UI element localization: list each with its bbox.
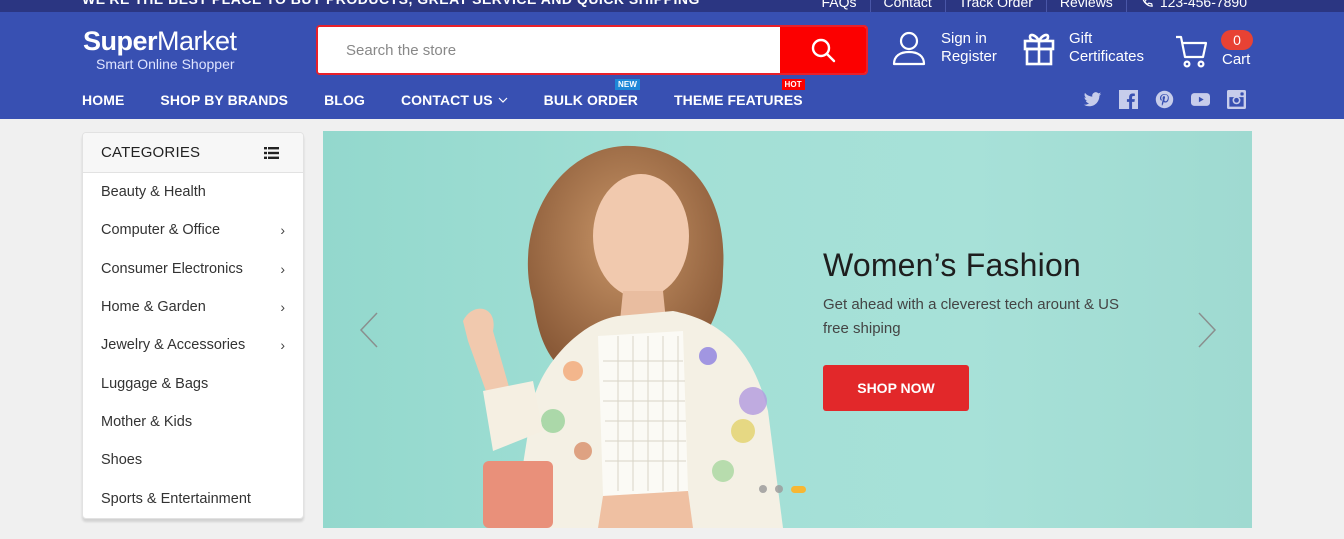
chevron-right-icon: › [280, 337, 285, 354]
logo-text-light: Market [157, 26, 237, 56]
cart-icon [1175, 34, 1209, 68]
top-links: FAQs Contact Track Order Reviews 123-456… [808, 0, 1260, 12]
cart-count-badge: 0 [1221, 30, 1253, 50]
phone-icon [1142, 0, 1153, 7]
social-links [1083, 90, 1246, 109]
shop-now-button[interactable]: SHOP NOW [823, 365, 969, 411]
gift-label-line2: Certificates [1069, 48, 1145, 65]
instagram-icon[interactable] [1227, 90, 1246, 109]
categories-menu: CATEGORIES Beauty & Health Computer & Off… [82, 132, 304, 519]
nav-theme-features[interactable]: THEME FEATURES HOT [674, 79, 805, 108]
chevron-right-icon: › [280, 299, 285, 316]
promo-text: WE'RE THE BEST PLACE TO BUY PRODUCTS, GR… [82, 0, 700, 7]
category-label: Computer & Office [101, 222, 221, 239]
category-item[interactable]: Beauty & Health [83, 173, 303, 211]
top-link-track-order[interactable]: Track Order [944, 0, 1046, 12]
category-label: Jewelry & Accessories [101, 337, 246, 354]
slider-next-arrow[interactable] [1195, 311, 1219, 349]
category-item[interactable]: Shoes [83, 441, 303, 479]
top-phone[interactable]: 123-456-7890 [1125, 0, 1260, 12]
sign-in-link[interactable]: Sign in [941, 30, 997, 48]
register-link[interactable]: Register [941, 48, 997, 66]
categories-title: CATEGORIES [101, 144, 201, 161]
slider-dot[interactable] [775, 485, 783, 493]
category-label: Home & Garden [101, 299, 206, 316]
search-button[interactable] [780, 27, 866, 73]
category-item[interactable]: Computer & Office › [83, 211, 303, 249]
hero-slider: Women’s Fashion Get ahead with a clevere… [323, 131, 1252, 528]
twitter-icon[interactable] [1083, 90, 1102, 109]
chevron-right-icon [1198, 312, 1217, 348]
cart-label[interactable]: Cart [1222, 51, 1250, 68]
chevron-right-icon: › [280, 222, 285, 239]
category-item[interactable]: Home & Garden › [83, 288, 303, 326]
hot-badge: HOT [781, 79, 805, 90]
chevron-left-icon [359, 312, 378, 348]
top-link-contact[interactable]: Contact [869, 0, 945, 12]
category-label: Mother & Kids [101, 413, 193, 430]
nav-blog[interactable]: BLOG [324, 92, 365, 108]
top-link-reviews[interactable]: Reviews [1045, 0, 1126, 12]
new-badge: NEW [615, 79, 641, 90]
slider-prev-arrow[interactable] [357, 311, 381, 349]
top-bar: WE'RE THE BEST PLACE TO BUY PRODUCTS, GR… [0, 0, 1344, 12]
slider-dot-active[interactable] [791, 485, 806, 493]
slider-dot[interactable] [759, 485, 767, 493]
site-header: SuperMarket Smart Online Shopper Sign in… [0, 12, 1344, 119]
category-label: Shoes [101, 452, 143, 469]
nav-shop-by-brands[interactable]: SHOP BY BRANDS [160, 92, 288, 108]
logo-tagline: Smart Online Shopper [96, 56, 235, 72]
category-label: Beauty & Health [101, 184, 206, 201]
gift-label-line1: Gift [1069, 30, 1093, 47]
nav-shop-by-brands-label: SHOP BY BRANDS [160, 92, 289, 108]
slider-dots [759, 485, 806, 493]
category-item[interactable]: Jewelry & Accessories › [83, 326, 303, 364]
gift-certificates-link[interactable]: Gift Certificates [1023, 30, 1144, 66]
search-icon [811, 38, 836, 63]
facebook-icon[interactable] [1119, 90, 1138, 109]
category-item[interactable]: Mother & Kids [83, 403, 303, 441]
account-link[interactable]: Sign in Register [891, 30, 997, 66]
category-item[interactable]: Luggage & Bags [83, 364, 303, 402]
categories-header[interactable]: CATEGORIES [83, 133, 303, 173]
category-label: Sports & Entertainment [101, 490, 251, 507]
category-item[interactable]: Consumer Electronics › [83, 250, 303, 288]
cart-link[interactable] [1175, 34, 1223, 68]
youtube-icon[interactable] [1191, 90, 1210, 109]
hero-model-image [463, 145, 783, 528]
user-icon [891, 30, 927, 66]
nav-bulk-order-label: BULK ORDER [543, 92, 639, 108]
search-bar [316, 25, 868, 75]
main-nav: HOME SHOP BY BRANDS BLOG CONTACT US BULK… [82, 79, 839, 108]
chevron-right-icon: › [280, 260, 285, 277]
categories-list: Beauty & Health Computer & Office › Consume… [83, 173, 303, 518]
category-label: Luggage & Bags [101, 375, 209, 392]
search-input[interactable] [318, 27, 782, 73]
hero-description: Get ahead with a cleverest tech arount &… [823, 296, 1119, 337]
logo[interactable]: SuperMarket Smart Online Shopper [83, 26, 237, 72]
list-icon [264, 146, 279, 159]
hero-title: Women’s Fashion [823, 247, 1081, 283]
nav-home[interactable]: HOME [82, 92, 124, 108]
chevron-down-icon [498, 97, 508, 103]
nav-theme-features-label: THEME FEATURES [674, 92, 803, 108]
category-item[interactable]: Sports & Entertainment [83, 479, 303, 517]
category-label: Consumer Electronics [101, 260, 243, 277]
top-link-faqs[interactable]: FAQs [808, 0, 869, 12]
pinterest-icon[interactable] [1155, 90, 1174, 109]
nav-blog-label: BLOG [324, 92, 365, 108]
nav-contact-us-label: CONTACT US [400, 92, 493, 108]
nav-contact-us[interactable]: CONTACT US [401, 92, 508, 108]
gift-icon [1023, 30, 1055, 66]
nav-home-label: HOME [82, 92, 125, 108]
nav-bulk-order[interactable]: BULK ORDER NEW [543, 79, 641, 108]
logo-text-bold: Super [83, 26, 158, 56]
